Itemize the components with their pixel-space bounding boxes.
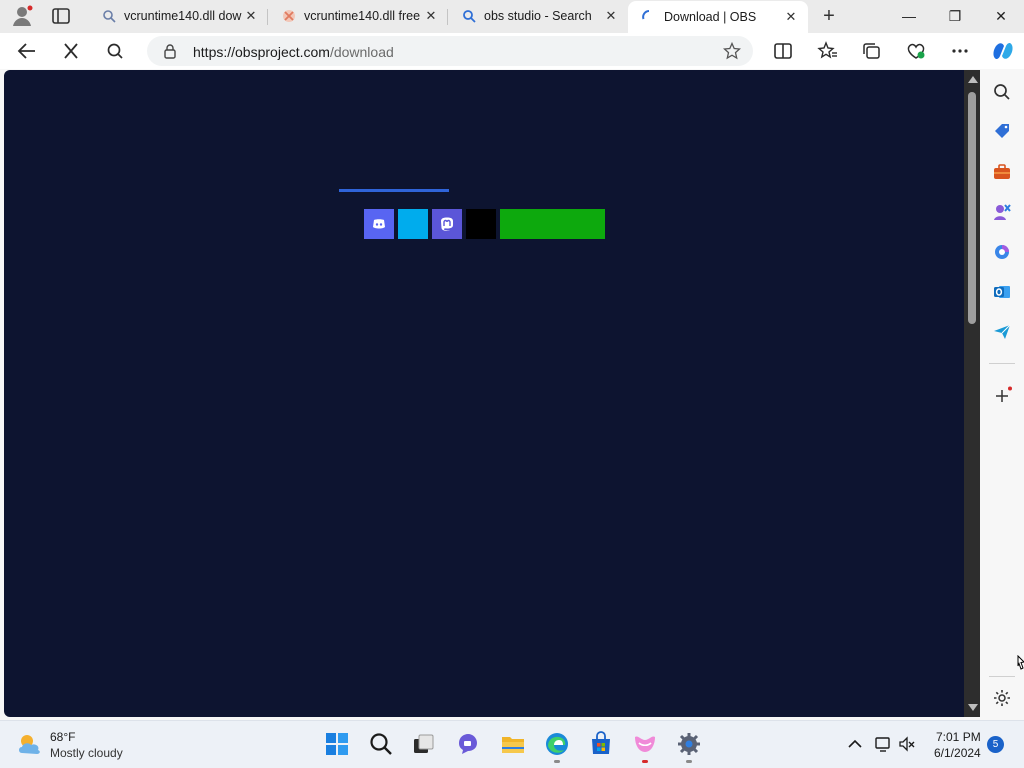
windows-start-icon[interactable]	[324, 731, 350, 757]
games-icon[interactable]	[992, 202, 1012, 222]
browser-toolbar: https://obsproject.com/download	[0, 33, 1024, 69]
task-view-icon[interactable]	[410, 731, 436, 757]
split-screen-icon[interactable]	[772, 41, 794, 61]
close-window-button[interactable]: ✕	[990, 6, 1012, 26]
sidebar-settings-gear-icon[interactable]	[992, 688, 1012, 708]
favorite-star-icon[interactable]	[723, 42, 741, 60]
clock-time[interactable]: 7:01 PM	[936, 730, 981, 744]
scrollbar-thumb[interactable]	[968, 92, 976, 324]
search-icon[interactable]	[104, 41, 126, 61]
tab-vcruntime-free[interactable]: vcruntime140.dll free ✕	[268, 0, 448, 33]
tab-title: Download | OBS	[664, 10, 757, 24]
twitter-button[interactable]	[398, 209, 428, 239]
collections-icon[interactable]	[861, 41, 883, 61]
file-explorer-icon[interactable]	[500, 731, 526, 757]
browser-essentials-icon[interactable]	[905, 41, 927, 61]
scroll-up-arrow-icon[interactable]	[968, 76, 978, 83]
close-tab-icon[interactable]: ✕	[604, 8, 618, 24]
discord-icon	[373, 219, 385, 229]
address-bar[interactable]: https://obsproject.com/download	[147, 36, 753, 66]
taskbar-search-icon[interactable]	[368, 731, 394, 757]
edge-sidebar	[981, 70, 1024, 720]
lock-icon[interactable]	[163, 43, 177, 59]
scroll-down-arrow-icon[interactable]	[968, 704, 978, 711]
github-button[interactable]	[466, 209, 496, 239]
network-icon[interactable]	[874, 735, 892, 753]
tab-strip: vcruntime140.dll dow ✕ vcruntime140.dll …	[0, 0, 1024, 34]
search-icon	[103, 10, 116, 23]
settings-gear-icon[interactable]	[676, 731, 702, 757]
edge-browser-icon[interactable]	[544, 731, 570, 757]
discord-button[interactable]	[364, 209, 394, 239]
mouse-cursor-icon	[1017, 655, 1024, 670]
search-icon	[463, 10, 476, 23]
weather-description: Mostly cloudy	[50, 746, 123, 760]
show-hidden-icons-chevron-up-icon[interactable]	[846, 735, 864, 753]
url-text[interactable]: https://obsproject.com/download	[193, 44, 394, 60]
sidebar-divider	[989, 676, 1015, 677]
tab-obs-search[interactable]: obs studio - Search ✕	[448, 0, 628, 33]
weather-cloudy-icon[interactable]	[16, 731, 44, 757]
settings-running-indicator	[686, 760, 692, 763]
sidebar-divider	[989, 363, 1015, 364]
favorites-icon[interactable]	[817, 41, 839, 61]
pink-app-icon[interactable]	[632, 731, 658, 757]
mastodon-button[interactable]	[432, 209, 462, 239]
back-arrow-icon[interactable]	[16, 41, 38, 61]
windows-taskbar: 68°F Mostly cloudy 7:01 PM 6/1/2024 5	[0, 720, 1024, 768]
tab-download-obs[interactable]: Download | OBS ✕	[628, 1, 808, 34]
weather-temperature: 68°F	[50, 730, 76, 744]
stop-loading-icon[interactable]	[60, 41, 82, 61]
copilot-icon[interactable]	[990, 39, 1016, 63]
app-running-indicator	[642, 760, 648, 763]
tab-title: vcruntime140.dll free	[304, 9, 421, 23]
clock-date[interactable]: 6/1/2024	[934, 746, 981, 760]
search-icon[interactable]	[992, 82, 1012, 102]
close-tab-icon[interactable]: ✕	[784, 9, 798, 25]
download-button[interactable]	[500, 209, 605, 239]
edge-running-indicator	[554, 760, 560, 763]
tab-title: obs studio - Search	[484, 9, 592, 23]
page-viewport	[4, 70, 980, 717]
outlook-icon[interactable]	[992, 282, 1012, 302]
volume-muted-icon[interactable]	[898, 735, 916, 753]
teams-chat-icon[interactable]	[455, 731, 481, 757]
url-domain: https://obsproject.com	[193, 44, 330, 60]
loading-progress-bar	[339, 189, 449, 192]
profile-avatar-icon[interactable]	[11, 5, 33, 27]
tools-briefcase-icon[interactable]	[992, 162, 1012, 182]
more-options-icon[interactable]	[949, 41, 971, 61]
send-plane-icon[interactable]	[992, 322, 1012, 342]
tab-title: vcruntime140.dll dow	[124, 9, 242, 23]
close-tab-icon[interactable]: ✕	[244, 8, 258, 24]
url-path: /download	[329, 44, 394, 60]
microsoft-store-icon[interactable]	[588, 731, 614, 757]
close-tab-icon[interactable]: ✕	[424, 8, 438, 24]
page-scrollbar[interactable]	[964, 70, 980, 717]
tab-vcruntime-download[interactable]: vcruntime140.dll dow ✕	[88, 0, 268, 33]
office-icon[interactable]	[992, 242, 1012, 262]
mastodon-icon	[441, 217, 453, 231]
add-sidebar-app-icon[interactable]	[992, 386, 1012, 406]
loading-spinner-icon	[642, 10, 650, 20]
maximize-button[interactable]: ❐	[944, 6, 966, 26]
dll-site-icon	[283, 10, 295, 22]
notification-count-badge[interactable]: 5	[987, 736, 1004, 753]
shopping-tag-icon[interactable]	[992, 122, 1012, 142]
tab-actions-icon[interactable]	[50, 6, 72, 26]
new-tab-button[interactable]: +	[818, 5, 840, 27]
minimize-button[interactable]: —	[898, 6, 920, 26]
